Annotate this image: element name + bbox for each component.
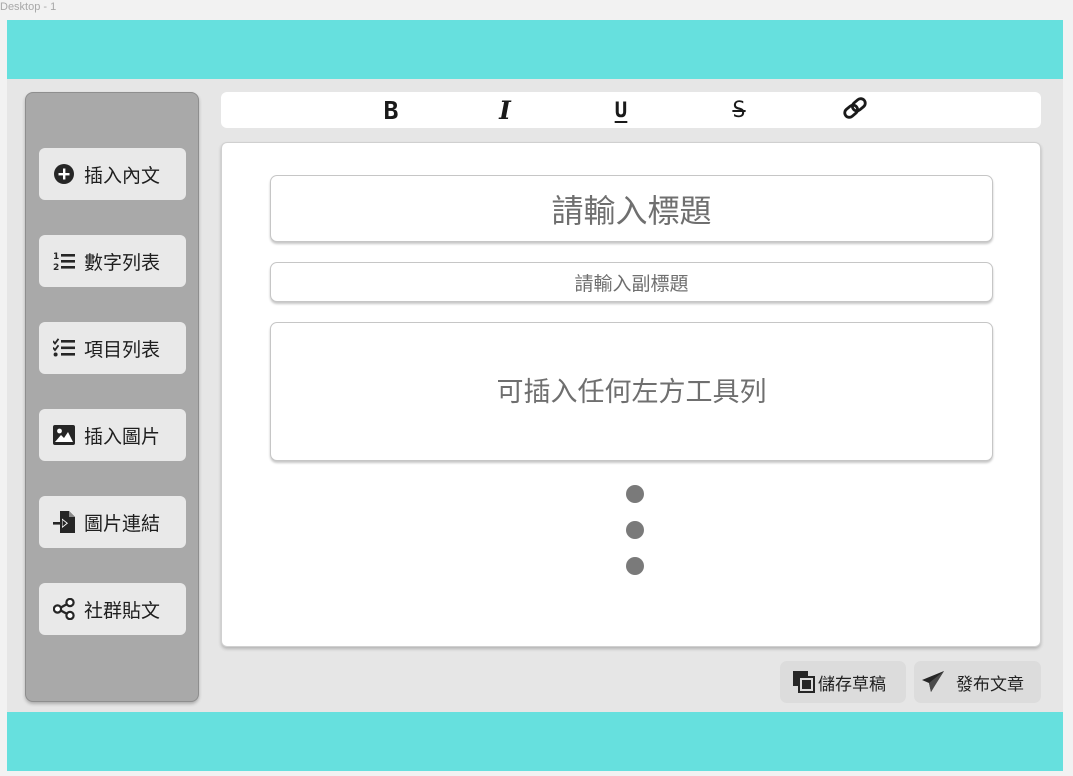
image-icon [53, 424, 75, 446]
bullet-list-label: 項目列表 [84, 338, 161, 361]
svg-text:1: 1 [53, 252, 59, 262]
checklist-icon [53, 337, 75, 359]
svg-text:2: 2 [53, 263, 59, 271]
title-input[interactable]: 請輸入標題 [270, 175, 993, 242]
paper-plane-icon [922, 671, 944, 693]
insert-text-label: 插入內文 [84, 164, 161, 187]
insert-text-button[interactable]: 插入內文 [39, 148, 186, 200]
plus-circle-icon [53, 163, 75, 185]
numbered-list-button[interactable]: 12 數字列表 [39, 235, 186, 287]
bullet-list-button[interactable]: 項目列表 [39, 322, 186, 374]
link-icon [840, 97, 870, 123]
insert-image-label: 插入圖片 [84, 425, 161, 448]
save-draft-icon [793, 671, 815, 693]
save-draft-label: 儲存草稿 [818, 674, 886, 695]
format-toolbar: B I U S [221, 92, 1041, 128]
footer-bar [7, 712, 1063, 771]
editor-panel: 請輸入標題 請輸入副標題 可插入任何左方工具列 [221, 142, 1041, 647]
content-placeholder: 可插入任何左方工具列 [496, 377, 767, 408]
share-icon [53, 598, 75, 620]
numbered-list-label: 數字列表 [84, 251, 161, 274]
link-button[interactable] [835, 96, 875, 124]
continuation-dot [626, 557, 644, 575]
title-placeholder: 請輸入標題 [551, 191, 712, 230]
continuation-dot [626, 521, 644, 539]
social-post-button[interactable]: 社群貼文 [39, 583, 186, 635]
insert-image-button[interactable]: 插入圖片 [39, 409, 186, 461]
image-link-button[interactable]: 圖片連結 [39, 496, 186, 548]
artboard-label: Desktop - 1 [0, 1, 57, 13]
italic-button[interactable]: I [485, 95, 525, 125]
subtitle-input[interactable]: 請輸入副標題 [270, 262, 993, 302]
subtitle-placeholder: 請輸入副標題 [574, 272, 689, 295]
save-draft-button[interactable]: 儲存草稿 [780, 661, 906, 703]
social-post-label: 社群貼文 [84, 599, 161, 622]
image-link-label: 圖片連結 [84, 512, 161, 535]
strikethrough-icon: S [732, 97, 746, 123]
strikethrough-button[interactable]: S [719, 96, 759, 124]
numbered-list-icon: 12 [53, 250, 75, 272]
continuation-dot [626, 485, 644, 503]
content-block[interactable]: 可插入任何左方工具列 [270, 322, 993, 461]
bold-icon: B [383, 95, 399, 125]
file-import-icon [53, 511, 75, 533]
underline-button[interactable]: U [601, 96, 641, 124]
publish-label: 發布文章 [956, 674, 1024, 695]
bold-button[interactable]: B [371, 95, 411, 125]
tool-sidebar: 插入內文 12 數字列表 項目列表 插入圖片 圖片連結 社群貼文 [25, 92, 199, 702]
publish-button[interactable]: 發布文章 [914, 661, 1041, 703]
artboard: 插入內文 12 數字列表 項目列表 插入圖片 圖片連結 社群貼文 B I U S… [7, 20, 1063, 771]
underline-icon: U [614, 98, 628, 122]
header-bar [7, 20, 1063, 79]
italic-icon: I [499, 95, 511, 125]
